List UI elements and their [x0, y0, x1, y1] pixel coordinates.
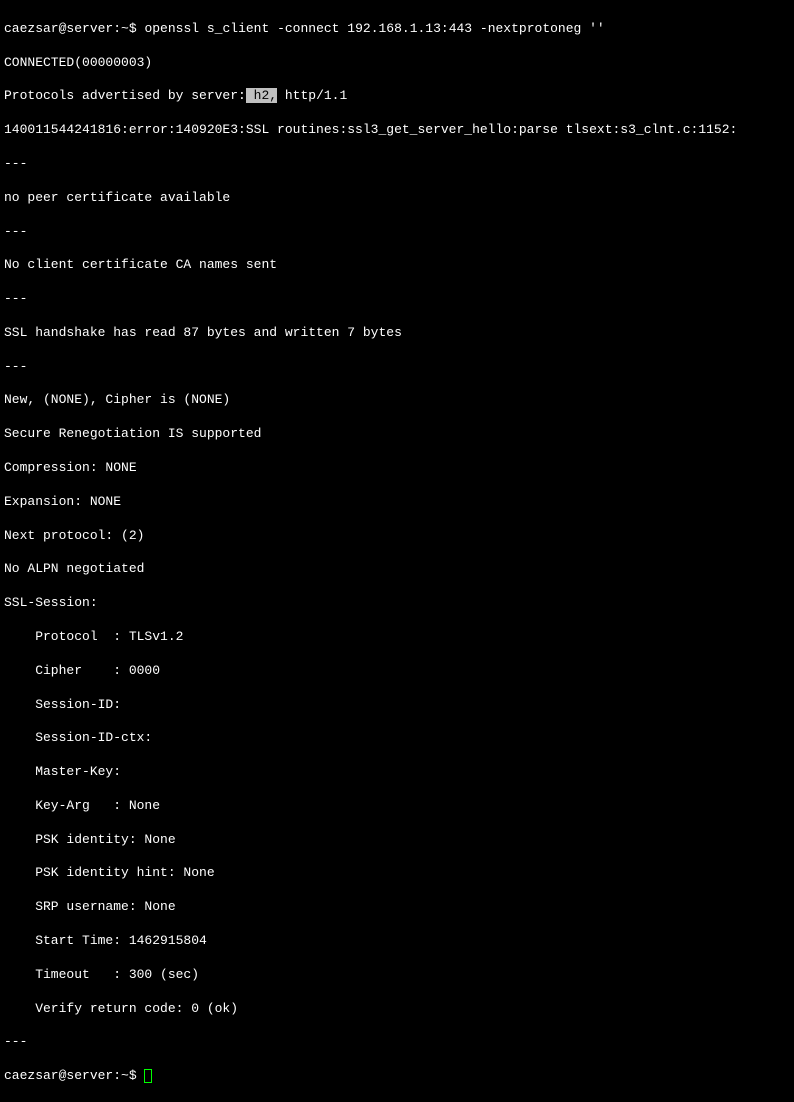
output-handshake: SSL handshake has read 87 bytes and writ… [4, 325, 790, 342]
prompt-host: server [66, 21, 113, 36]
prompt-path: :~$ [113, 1068, 144, 1083]
output-separator: --- [4, 359, 790, 376]
terminal-output[interactable]: caezsar@server:~$ openssl s_client -conn… [4, 4, 790, 1102]
output-master-key: Master-Key: [4, 764, 790, 781]
output-srp-username: SRP username: None [4, 899, 790, 916]
output-cipher-new: New, (NONE), Cipher is (NONE) [4, 392, 790, 409]
output-start-time: Start Time: 1462915804 [4, 933, 790, 950]
output-protocols: Protocols advertised by server: h2, http… [4, 88, 790, 105]
output-separator: --- [4, 156, 790, 173]
prompt-user: caezsar [4, 1068, 59, 1083]
output-ssl-session: SSL-Session: [4, 595, 790, 612]
output-session-id: Session-ID: [4, 697, 790, 714]
output-key-arg: Key-Arg : None [4, 798, 790, 815]
command-line-1: caezsar@server:~$ openssl s_client -conn… [4, 21, 790, 38]
output-alpn: No ALPN negotiated [4, 561, 790, 578]
command-line-2: caezsar@server:~$ [4, 1068, 790, 1085]
output-cipher: Cipher : 0000 [4, 663, 790, 680]
output-psk-identity: PSK identity: None [4, 832, 790, 849]
output-next-protocol: Next protocol: (2) [4, 528, 790, 545]
prompt-path: :~$ [113, 21, 144, 36]
output-compression: Compression: NONE [4, 460, 790, 477]
output-renegotiation: Secure Renegotiation IS supported [4, 426, 790, 443]
output-protocol: Protocol : TLSv1.2 [4, 629, 790, 646]
prompt-host: server [66, 1068, 113, 1083]
output-no-client-cert: No client certificate CA names sent [4, 257, 790, 274]
output-separator: --- [4, 291, 790, 308]
highlighted-protocol: h2, [246, 88, 277, 103]
output-separator: --- [4, 224, 790, 241]
output-error: 140011544241816:error:140920E3:SSL routi… [4, 122, 790, 139]
output-no-peer-cert: no peer certificate available [4, 190, 790, 207]
output-expansion: Expansion: NONE [4, 494, 790, 511]
output-verify-code: Verify return code: 0 (ok) [4, 1001, 790, 1018]
output-connected: CONNECTED(00000003) [4, 55, 790, 72]
command-text: openssl s_client -connect 192.168.1.13:4… [144, 21, 604, 36]
prompt-user: caezsar [4, 21, 59, 36]
output-separator: --- [4, 1034, 790, 1051]
cursor-icon[interactable] [144, 1069, 152, 1083]
output-timeout: Timeout : 300 (sec) [4, 967, 790, 984]
output-session-id-ctx: Session-ID-ctx: [4, 730, 790, 747]
output-psk-hint: PSK identity hint: None [4, 865, 790, 882]
